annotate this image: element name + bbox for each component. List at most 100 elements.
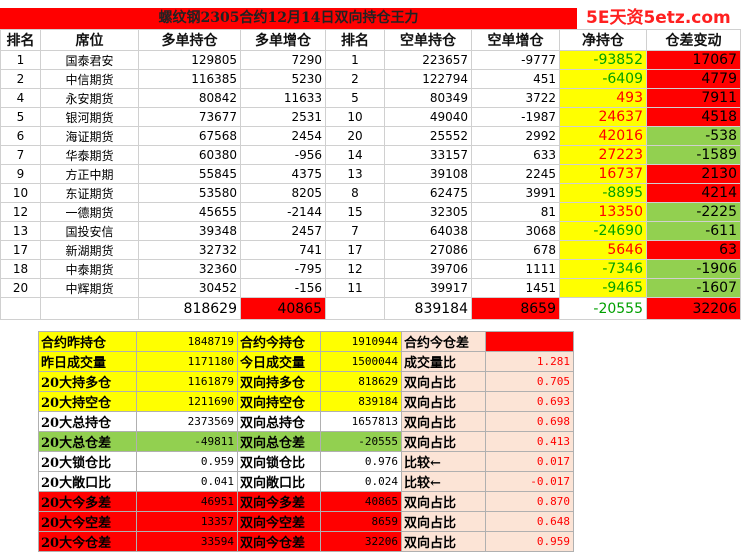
- seat-name-cell: 东证期货: [40, 183, 139, 203]
- short-rank-cell: 10: [325, 107, 385, 127]
- seat-name-cell: 中信期货: [40, 69, 139, 89]
- net-position-cell: 5646: [559, 240, 647, 260]
- long-change-cell: -156: [240, 278, 326, 298]
- total-long-cell: 818629: [138, 297, 241, 320]
- long-position-cell: 73677: [138, 107, 241, 127]
- position-diff-cell: 4779: [646, 69, 741, 89]
- summary-label: 双向占比: [401, 511, 486, 532]
- summary-value: 1211690: [136, 391, 238, 412]
- table-row: 20 中辉期货 30452 -156 11 39917 1451 -9465 -1607: [0, 278, 741, 298]
- summary-row: 20大今多差 46951 双向今多差 40865 双向占比 0.870: [38, 491, 574, 512]
- long-change-cell: 2457: [240, 221, 326, 241]
- long-position-cell: 129805: [138, 50, 241, 70]
- summary-value: 1171180: [136, 351, 238, 372]
- summary-label: 20大总持仓: [38, 411, 137, 432]
- short-position-cell: 49040: [384, 107, 472, 127]
- short-position-cell: 39108: [384, 164, 472, 184]
- table-row: 2 中信期货 116385 5230 2 122794 451 -6409 4779: [0, 69, 741, 89]
- position-diff-cell: 4518: [646, 107, 741, 127]
- short-change-cell: 678: [471, 240, 560, 260]
- seat-name-cell: 中泰期货: [40, 259, 139, 279]
- blank-cell: [325, 297, 385, 320]
- short-rank-cell: 14: [325, 145, 385, 165]
- blank-cell: [40, 297, 139, 320]
- net-position-cell: 16737: [559, 164, 647, 184]
- position-diff-cell: -1906: [646, 259, 741, 279]
- short-position-cell: 223657: [384, 50, 472, 70]
- summary-value: 0.976: [320, 451, 402, 472]
- summary-row: 20大总持仓 2373569 双向总持仓 1657813 双向占比 0.698: [38, 411, 574, 432]
- summary-row: 昨日成交量 1171180 今日成交量 1500044 成交量比 1.281: [38, 351, 574, 372]
- summary-label: 20大锁仓比: [38, 451, 137, 472]
- short-rank-cell: 15: [325, 202, 385, 222]
- summary-row: 20大敞口比 0.041 双向敞口比 0.024 比较← -0.017: [38, 471, 574, 492]
- positions-table: 排名 席位 多单持仓 多单增仓 排名 空单持仓 空单增仓 净持仓 仓差变动 1 国泰君安 129805…: [0, 29, 741, 320]
- column-header: 席位: [40, 29, 139, 51]
- summary-label: 成交量比: [401, 351, 486, 372]
- summary-label: 双向总持仓: [237, 411, 321, 432]
- seat-name-cell: 方正中期: [40, 164, 139, 184]
- long-change-cell: 11633: [240, 88, 326, 108]
- short-rank-cell: 11: [325, 278, 385, 298]
- table-row: 17 新湖期货 32732 741 17 27086 678 5646 63: [0, 240, 741, 260]
- short-position-cell: 25552: [384, 126, 472, 146]
- summary-value: 1848719: [136, 331, 238, 352]
- position-diff-cell: 63: [646, 240, 741, 260]
- short-change-cell: 1451: [471, 278, 560, 298]
- long-position-cell: 80842: [138, 88, 241, 108]
- short-change-cell: -1987: [471, 107, 560, 127]
- seat-name-cell: 新湖期货: [40, 240, 139, 260]
- long-change-cell: 741: [240, 240, 326, 260]
- summary-label: 双向持多仓: [237, 371, 321, 392]
- column-header: 多单增仓: [240, 29, 326, 51]
- summary-value: 62225: [485, 331, 574, 352]
- short-rank-cell: 5: [325, 88, 385, 108]
- seat-name-cell: 华泰期货: [40, 145, 139, 165]
- total-net-cell: -20555: [559, 297, 647, 320]
- summary-value: 46951: [136, 491, 238, 512]
- short-position-cell: 62475: [384, 183, 472, 203]
- short-rank-cell: 20: [325, 126, 385, 146]
- short-position-cell: 39917: [384, 278, 472, 298]
- long-position-cell: 116385: [138, 69, 241, 89]
- summary-value: 33594: [136, 531, 238, 552]
- short-rank-cell: 17: [325, 240, 385, 260]
- summary-label: 合约昨持仓: [38, 331, 137, 352]
- short-rank-cell: 12: [325, 259, 385, 279]
- summary-label: 双向占比: [401, 391, 486, 412]
- rank-cell: 18: [0, 259, 41, 279]
- summary-label: 比较←: [401, 471, 486, 492]
- column-header: 排名: [0, 29, 41, 51]
- long-position-cell: 45655: [138, 202, 241, 222]
- column-header: 仓差变动: [646, 29, 741, 51]
- long-change-cell: -795: [240, 259, 326, 279]
- summary-label: 双向总仓差: [237, 431, 321, 452]
- net-position-cell: 13350: [559, 202, 647, 222]
- summary-value: -0.017: [485, 471, 574, 492]
- table-row: 7 华泰期货 60380 -956 14 33157 633 27223 -1589: [0, 145, 741, 165]
- position-diff-cell: 2130: [646, 164, 741, 184]
- summary-label: 20大今多差: [38, 491, 137, 512]
- summary-label: 20大今仓差: [38, 531, 137, 552]
- table-row: 5 银河期货 73677 2531 10 49040 -1987 24637 4518: [0, 107, 741, 127]
- seat-name-cell: 一德期货: [40, 202, 139, 222]
- position-diff-cell: 7911: [646, 88, 741, 108]
- long-change-cell: 7290: [240, 50, 326, 70]
- rank-cell: 10: [0, 183, 41, 203]
- rank-cell: 12: [0, 202, 41, 222]
- summary-label: 双向占比: [401, 491, 486, 512]
- summary-label: 双向今空差: [237, 511, 321, 532]
- summary-label: 双向占比: [401, 371, 486, 392]
- summary-value: 8659: [320, 511, 402, 532]
- short-change-cell: 633: [471, 145, 560, 165]
- position-diff-cell: 4214: [646, 183, 741, 203]
- long-position-cell: 60380: [138, 145, 241, 165]
- summary-value: -49811: [136, 431, 238, 452]
- position-diff-cell: -2225: [646, 202, 741, 222]
- summary-value: 1910944: [320, 331, 402, 352]
- seat-name-cell: 国投安信: [40, 221, 139, 241]
- short-rank-cell: 1: [325, 50, 385, 70]
- summary-label: 比较←: [401, 451, 486, 472]
- long-change-cell: 2454: [240, 126, 326, 146]
- summary-value: 0.698: [485, 411, 574, 432]
